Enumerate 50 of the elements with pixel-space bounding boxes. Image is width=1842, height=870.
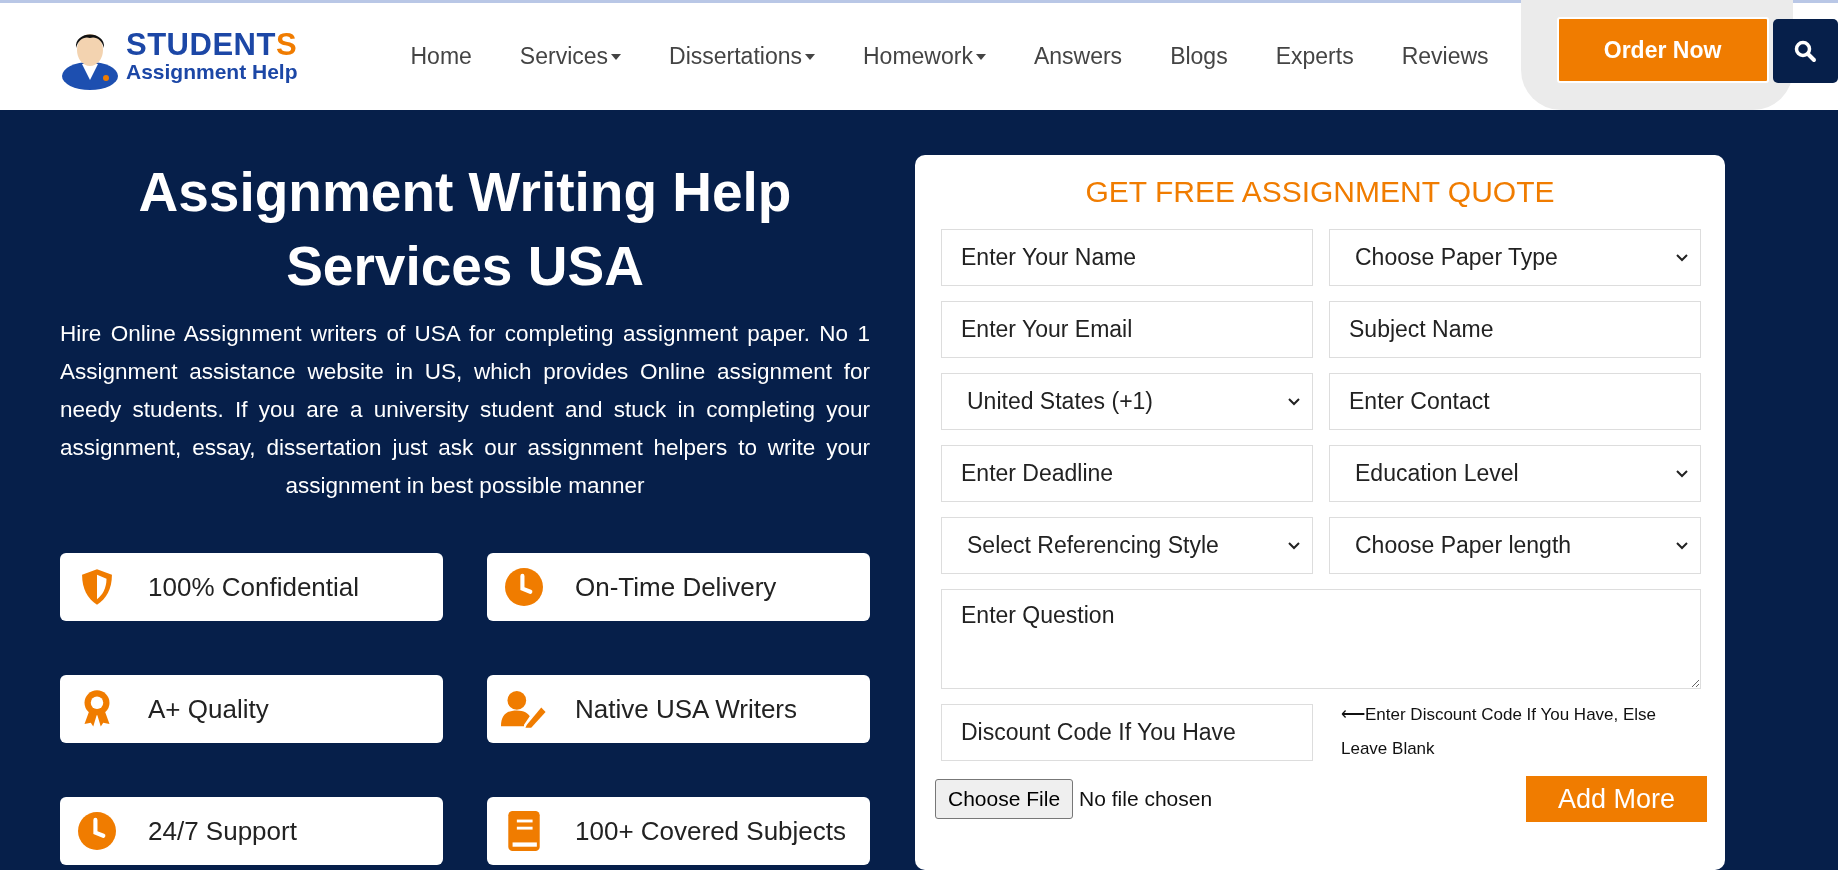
select-field[interactable]: Education Level	[1329, 445, 1701, 502]
nav-link[interactable]: Home	[386, 43, 496, 70]
nav-link[interactable]: Answers	[1009, 43, 1147, 70]
file-status: No file chosen	[1079, 787, 1213, 811]
award-icon	[82, 690, 112, 728]
nav-link[interactable]: Dissertations	[645, 43, 839, 70]
form-title: GET FREE ASSIGNMENT QUOTE	[1084, 175, 1556, 209]
caret-icon	[975, 53, 986, 60]
nav-link[interactable]: Blogs	[1146, 43, 1252, 70]
caret-icon	[805, 53, 815, 60]
select-field[interactable]: Select Referencing Style	[941, 517, 1313, 574]
nav-link[interactable]: Reviews	[1377, 43, 1513, 70]
discount-field[interactable]: Discount Code If You Have	[941, 704, 1313, 761]
select-field[interactable]: United States (+1)	[941, 373, 1313, 430]
nav-link[interactable]: Services	[495, 43, 646, 70]
feature-label: 100% Confidential	[148, 571, 360, 603]
chevron-down-icon	[1676, 541, 1688, 550]
hero-title: Assignment Writing Help Services USA	[137, 160, 793, 299]
shield-icon	[80, 568, 114, 606]
choose-file-button[interactable]: Choose File	[935, 779, 1074, 819]
feature-label: On-Time Delivery	[575, 571, 777, 603]
select-field[interactable]: Choose Paper length	[1329, 517, 1701, 574]
book-icon	[508, 811, 540, 851]
input-field[interactable]: Subject Name	[1329, 301, 1701, 358]
input-field[interactable]: Enter Your Name	[941, 229, 1313, 286]
question-field[interactable]: Enter Question	[941, 589, 1701, 689]
input-field[interactable]: Enter Your Email	[941, 301, 1313, 358]
writer-icon	[501, 690, 547, 728]
logo-title: STUDENTS	[126, 29, 298, 60]
feature-label: Native USA Writers	[575, 693, 797, 725]
chevron-down-icon	[1288, 541, 1300, 550]
clock-icon	[505, 568, 543, 606]
input-field[interactable]: Enter Deadline	[941, 445, 1313, 502]
chevron-down-icon	[1676, 253, 1688, 262]
feature-label: 24/7 Support	[148, 815, 297, 847]
select-field[interactable]: Choose Paper Type	[1329, 229, 1701, 286]
chevron-down-icon	[1676, 469, 1688, 478]
caret-icon	[611, 53, 622, 60]
feature-label: A+ Quality	[148, 693, 269, 725]
chevron-down-icon	[1288, 397, 1300, 406]
nav-link[interactable]: Experts	[1251, 43, 1378, 70]
feature-label: 100+ Covered Subjects	[575, 815, 846, 847]
clock-icon	[78, 812, 116, 850]
search-icon	[1793, 38, 1818, 63]
logo-subtitle: Assignment Help	[126, 60, 298, 84]
search-button[interactable]	[1772, 18, 1838, 83]
nav-link[interactable]: Homework	[839, 43, 1010, 70]
input-field[interactable]: Enter Contact	[1329, 373, 1701, 430]
hero-description: Hire Online Assignment writers of USA for completing assignment paper. No 1 Assignment assistance website in US, which provides Online assignment for needy students. If you are a university student and stuck in completing your assignment, essay, dissertation just ask our assignment helpers to write your assignment in best possible manner	[60, 320, 870, 500]
discount-hint: ⟵Enter Discount Code If You Have, Else Leave Blank	[1340, 704, 1658, 760]
